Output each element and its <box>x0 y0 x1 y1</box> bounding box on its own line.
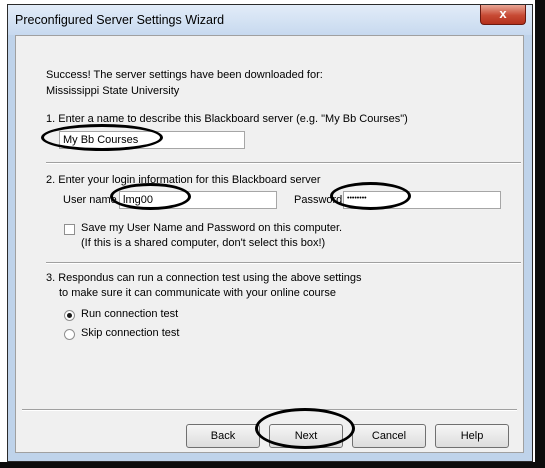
run-test-label: Run connection test <box>81 308 179 320</box>
highlight-ellipse-server-name <box>41 124 163 151</box>
save-credentials-checkbox[interactable] <box>64 224 75 235</box>
success-message: Success! The server settings have been d… <box>46 69 323 81</box>
cancel-button[interactable]: Cancel <box>352 424 426 448</box>
wizard-body: Success! The server settings have been d… <box>15 35 524 453</box>
save-credentials-warning: (If this is a shared computer, don't sel… <box>81 237 326 249</box>
run-test-radio[interactable] <box>64 310 75 321</box>
institution-name: Mississippi State University <box>46 85 180 97</box>
save-credentials-label: Save my User Name and Password on this c… <box>81 222 343 234</box>
highlight-ellipse-username <box>110 183 191 210</box>
highlight-ellipse-password <box>330 182 411 210</box>
step2-label: 2. Enter your login information for this… <box>46 174 321 186</box>
close-button[interactable]: x <box>480 5 526 25</box>
wizard-window: Preconfigured Server Settings Wizard x S… <box>7 4 533 462</box>
skip-test-radio[interactable] <box>64 329 75 340</box>
separator <box>46 162 521 164</box>
step3-label: 3. Respondus can run a connection test u… <box>46 272 362 284</box>
black-border-bottom <box>0 462 545 468</box>
window-title: Preconfigured Server Settings Wizard <box>15 13 225 27</box>
help-button[interactable]: Help <box>435 424 509 448</box>
black-border-right <box>535 0 545 468</box>
close-icon: x <box>499 6 507 21</box>
separator <box>46 262 521 264</box>
step3-label-continued: to make sure it can communicate with you… <box>59 287 336 299</box>
username-label: User name <box>63 194 117 206</box>
back-button[interactable]: Back <box>186 424 260 448</box>
skip-test-label: Skip connection test <box>81 327 180 339</box>
highlight-ellipse-next <box>255 408 355 449</box>
title-bar[interactable]: Preconfigured Server Settings Wizard x <box>8 5 532 35</box>
footer-separator <box>22 409 517 411</box>
